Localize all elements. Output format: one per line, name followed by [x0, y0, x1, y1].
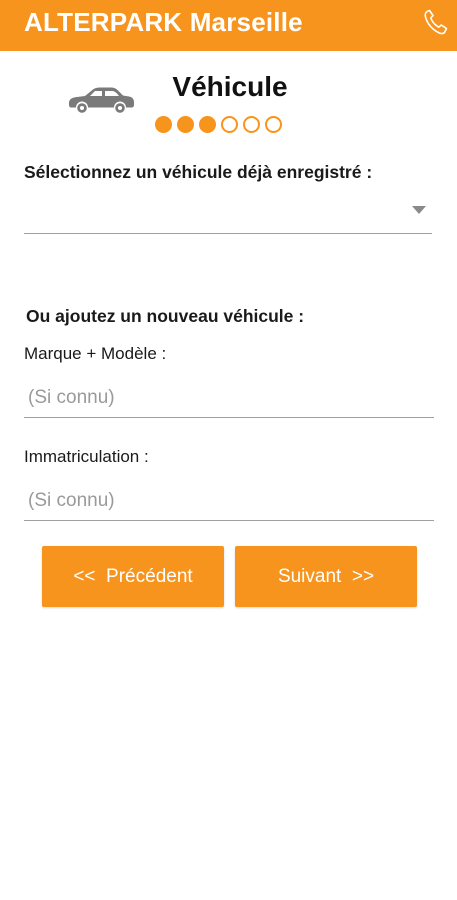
- dropdown-arrow-icon: [412, 206, 426, 214]
- registration-label: Immatriculation :: [24, 447, 149, 466]
- phone-icon-graphic: [424, 9, 448, 35]
- existing-vehicle-select[interactable]: [24, 190, 432, 234]
- next-button[interactable]: Suivant >>: [235, 546, 417, 607]
- previous-button[interactable]: << Précédent: [42, 546, 224, 607]
- top-bar: ALTERPARK Marseille: [0, 0, 457, 51]
- car-icon-graphic: [69, 87, 134, 113]
- step-dot: [243, 116, 260, 133]
- step-dot: [177, 116, 194, 133]
- app-title: ALTERPARK Marseille: [24, 7, 303, 37]
- existing-vehicle-label: Sélectionnez un véhicule déjà enregistré…: [24, 162, 373, 182]
- step-dot: [155, 116, 172, 133]
- step-dot: [199, 116, 216, 133]
- registration-input[interactable]: [24, 481, 434, 521]
- phone-icon[interactable]: [420, 6, 452, 38]
- app-screen: ALTERPARK Marseille Véhicule Sélectionne…: [0, 0, 457, 900]
- step-progress: [155, 116, 282, 133]
- step-dot: [221, 116, 238, 133]
- step-dot: [265, 116, 282, 133]
- car-icon: [66, 84, 136, 114]
- make-model-input[interactable]: [24, 378, 434, 418]
- make-model-label: Marque + Modèle :: [24, 344, 167, 363]
- new-vehicle-heading: Ou ajoutez un nouveau véhicule :: [26, 306, 305, 326]
- step-title: Véhicule: [172, 71, 288, 102]
